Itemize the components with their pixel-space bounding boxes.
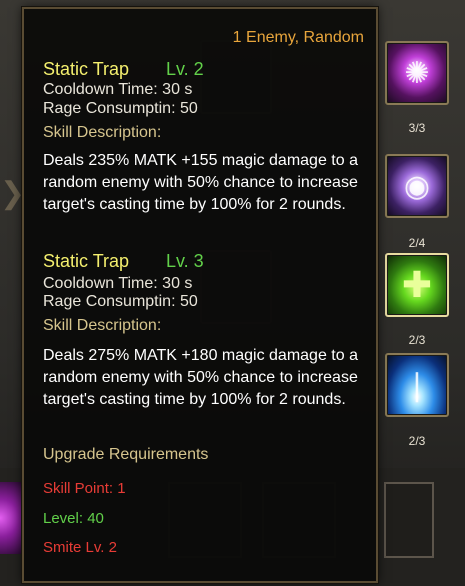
target-text: 1 Enemy, Random <box>232 29 364 46</box>
req-level: Level: 40 <box>43 510 104 527</box>
skill-icon-4[interactable]: ❘ <box>385 353 449 417</box>
skill-icon-2[interactable]: ◉ <box>385 154 449 218</box>
violet-energy-sphere-icon: ◉ <box>403 169 431 203</box>
desc-header-lv2: Skill Description: <box>43 124 162 141</box>
rage-lv3: Rage Consumptin: 50 <box>43 293 198 310</box>
cooldown-lv3: Cooldown Time: 30 s <box>43 275 193 292</box>
upgrade-requirements-header: Upgrade Requirements <box>43 446 209 463</box>
rage-lv2: Rage Consumptin: 50 <box>43 100 198 117</box>
purple-lightning-orb-icon: ✺ <box>404 56 430 90</box>
skill-tooltip: 1 Enemy, Random Static Trap Lv. 2 Cooldo… <box>22 7 378 583</box>
bottom-left-skill-icon[interactable] <box>0 482 22 554</box>
skill-name-lv3: Static Trap <box>43 251 130 271</box>
skill-count-1: 3/3 <box>408 121 426 135</box>
skill-icon-3[interactable]: ✚ <box>385 253 449 317</box>
cooldown-lv2: Cooldown Time: 30 s <box>43 81 193 98</box>
skill-level-lv3: Lv. 3 <box>166 251 204 271</box>
req-smite: Smite Lv. 2 <box>43 539 117 556</box>
skill-icon-1[interactable]: ✺ <box>385 41 449 105</box>
req-skill-point: Skill Point: 1 <box>43 480 126 497</box>
skill-name-lv2: Static Trap <box>43 59 130 79</box>
skill-count-3: 2/3 <box>408 333 426 347</box>
empty-skill-slot[interactable] <box>384 482 434 558</box>
skill-description-lv3: Deals 275% MATK +180 magic damage to a r… <box>43 347 358 408</box>
skill-description-lv2: Deals 235% MATK +155 magic damage to a r… <box>43 152 358 213</box>
green-heal-cross-icon: ✚ <box>401 264 433 305</box>
skill-count-4: 2/3 <box>408 434 426 448</box>
skill-level-lv2: Lv. 2 <box>166 59 204 79</box>
skill-count-2: 2/4 <box>408 236 426 250</box>
blue-light-pillar-icon: ❘ <box>404 368 430 402</box>
left-arrow-icon[interactable]: ❯ <box>0 172 25 216</box>
desc-header-lv3: Skill Description: <box>43 317 162 334</box>
